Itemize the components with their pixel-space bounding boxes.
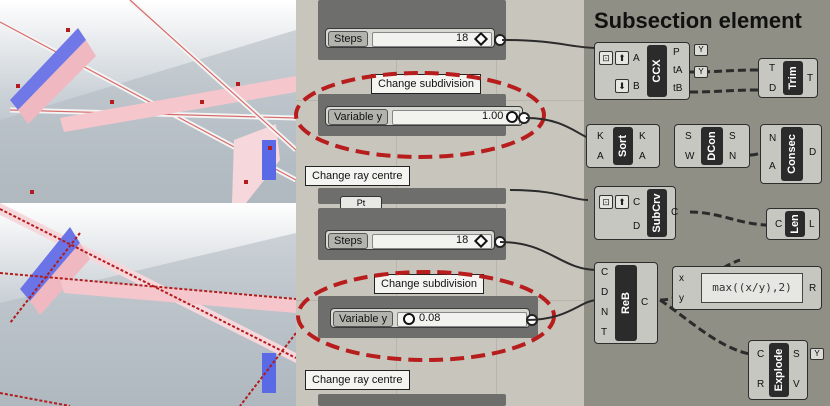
reb-component[interactable]: C D N T ReB C [594, 262, 658, 344]
input-label: N [769, 133, 777, 144]
y-badge-icon: Y [694, 44, 708, 56]
len-component[interactable]: C Len L [766, 208, 820, 240]
model-view-top [0, 0, 296, 203]
input-label: D [601, 287, 609, 298]
input-label: T [601, 327, 608, 338]
input-label: x [679, 273, 684, 284]
output-label: R [809, 283, 817, 294]
output-label: K [639, 131, 646, 142]
title: Subsection element [594, 8, 802, 33]
ccx-component[interactable]: ⊡ ⬆ A ⬇ B CCX P tA tB [594, 42, 690, 100]
input-label: A [769, 161, 776, 172]
output-label: D [809, 147, 817, 158]
input-label: D [769, 83, 777, 94]
output-label: tB [673, 83, 683, 94]
component-core: Consec [781, 127, 803, 181]
viewport-bottom[interactable] [0, 203, 296, 406]
output-label: A [639, 151, 646, 162]
component-core: Trim [783, 61, 803, 95]
input-label: C [775, 219, 783, 230]
y-badge-icon: Y [694, 66, 708, 78]
steps-slider-top[interactable]: Steps 18 [325, 28, 495, 48]
input-label: C [757, 349, 765, 360]
slider-name: Steps [328, 233, 369, 249]
component-core: DCon [701, 127, 723, 165]
expression-field[interactable]: max((x/y),2) [701, 273, 803, 303]
flatten-icon: ⬆ [615, 195, 629, 209]
input-label: N [601, 307, 609, 318]
input-label: K [597, 131, 604, 142]
input-label: R [757, 379, 765, 390]
graft-icon: ⊡ [599, 51, 613, 65]
graft-icon: ⊡ [599, 195, 613, 209]
y-badge-icon: Y [810, 348, 824, 360]
component-core: Len [785, 211, 805, 237]
change-ray-centre-label-top: Change ray centre [305, 166, 410, 186]
output-label: S [793, 349, 800, 360]
explode-component[interactable]: C R Explode S V [748, 340, 808, 400]
output-label: V [793, 379, 800, 390]
output-label: S [729, 131, 736, 142]
input-label: y [679, 293, 684, 304]
input-label: B [633, 81, 640, 92]
component-core: CCX [647, 45, 667, 97]
slider-group-bottom-3 [318, 394, 506, 406]
reverse-icon: ⬇ [615, 79, 629, 93]
component-core: Explode [769, 343, 789, 397]
output-label: C [641, 297, 649, 308]
input-label: W [685, 151, 695, 162]
component-core: SubCrv [647, 189, 667, 237]
output-label: L [809, 219, 815, 230]
input-label: S [685, 131, 692, 142]
subcrv-component[interactable]: ⊡ ⬆ C D SubCrv C [594, 186, 679, 240]
steps-slider-bottom[interactable]: Steps 18 [325, 230, 495, 250]
consec-component[interactable]: N A Consec D [760, 124, 822, 184]
model-view-bottom [0, 203, 296, 406]
expression-component[interactable]: x y max((x/y),2) R [672, 266, 822, 310]
slider-value: 18 [456, 32, 469, 44]
component-core: Sort [613, 127, 633, 165]
output-label: T [807, 73, 814, 84]
output-label: P [673, 47, 680, 58]
trim-component[interactable]: T D Trim T [758, 58, 818, 98]
input-label: C [633, 197, 641, 208]
flatten-icon: ⬆ [615, 51, 629, 65]
output-label: N [729, 151, 737, 162]
input-label: A [597, 151, 604, 162]
slider-value: 18 [456, 234, 469, 246]
sort-component[interactable]: K A Sort K A [586, 124, 660, 168]
dcon-component[interactable]: S W DCon S N [674, 124, 750, 168]
change-ray-centre-label-bottom: Change ray centre [305, 370, 410, 390]
output-label: tA [673, 65, 683, 76]
viewport-top[interactable] [0, 0, 296, 203]
input-label: C [601, 267, 609, 278]
input-label: A [633, 53, 640, 64]
component-core: ReB [615, 265, 637, 341]
slider-name: Steps [328, 31, 369, 47]
input-label: T [769, 63, 776, 74]
input-label: D [633, 221, 641, 232]
output-label: C [671, 207, 679, 218]
